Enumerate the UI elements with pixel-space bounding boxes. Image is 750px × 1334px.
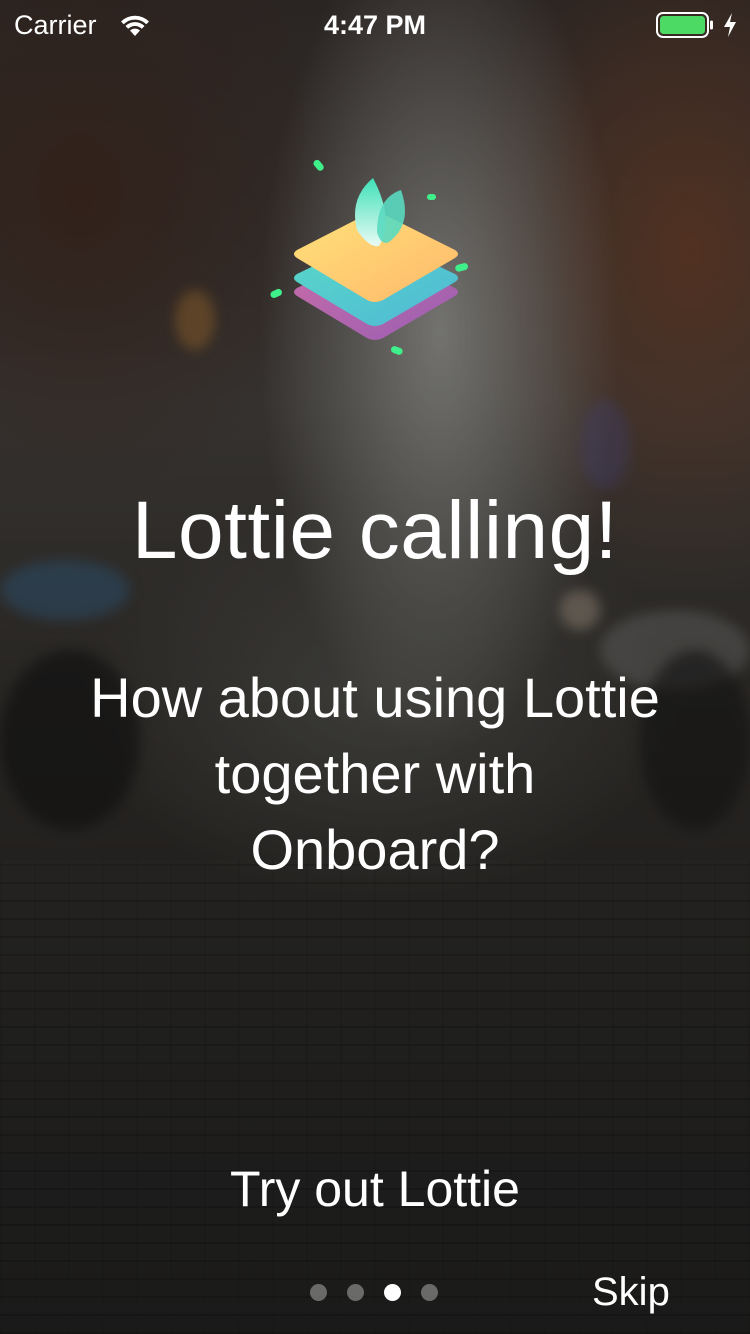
subtitle-line: How about using Lottie <box>90 666 660 729</box>
subtitle-line: Onboard? <box>250 818 500 881</box>
clock-time: 4:47 PM <box>323 10 427 40</box>
battery-icon <box>656 12 713 38</box>
subtitle-line: together with <box>214 742 536 805</box>
onboarding-screen: Carrier 4:47 PM Lottie calling! How abou… <box>0 0 750 1334</box>
page-dot[interactable] <box>310 1283 327 1301</box>
page-dot[interactable] <box>347 1283 364 1301</box>
try-out-lottie-button[interactable]: Try out Lottie <box>0 1160 750 1218</box>
page-dot[interactable] <box>421 1283 438 1301</box>
charging-bolt-icon <box>724 13 736 37</box>
onboarding-subtitle: How about using Lottie together with Onb… <box>25 660 725 888</box>
skip-button[interactable]: Skip <box>592 1270 670 1315</box>
onboarding-title: Lottie calling! <box>131 485 619 576</box>
status-bar: Carrier 4:47 PM <box>0 0 750 50</box>
lottie-logo-icon <box>270 159 469 355</box>
page-dot-active[interactable] <box>384 1283 401 1301</box>
page-indicator[interactable] <box>310 1283 438 1301</box>
